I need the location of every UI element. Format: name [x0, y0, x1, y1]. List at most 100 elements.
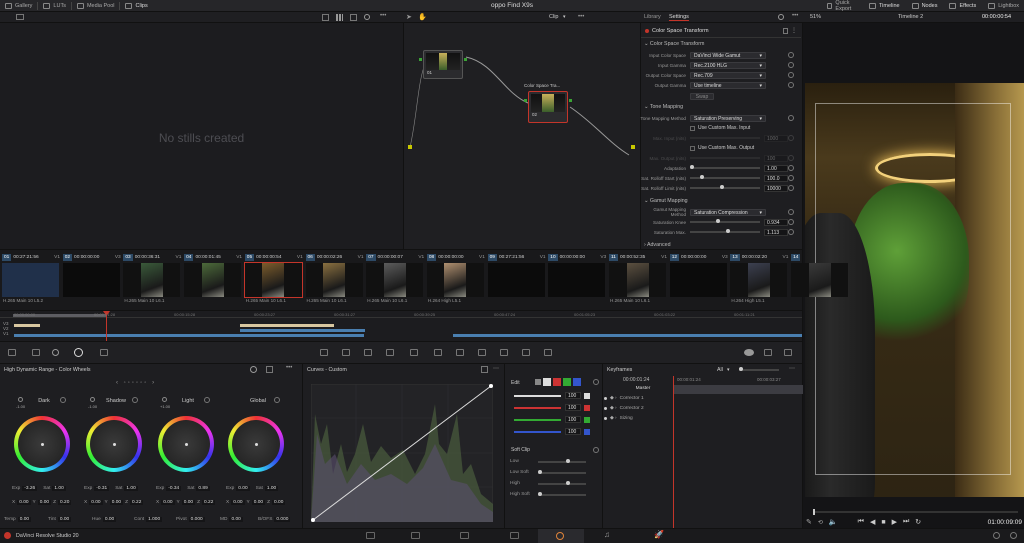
- keyframe-zoom-slider[interactable]: [739, 367, 779, 371]
- max-output-field[interactable]: 100: [764, 154, 788, 162]
- clip-thumbnail[interactable]: [487, 263, 545, 297]
- max-output-slider[interactable]: [690, 157, 760, 159]
- scopes-icon[interactable]: [744, 349, 754, 356]
- clip-thumbnail[interactable]: [730, 263, 788, 297]
- input-color-space-select[interactable]: DaVinci Wide Gamut ▾: [690, 51, 766, 59]
- sat-field[interactable]: 1.00: [264, 486, 279, 491]
- more-options-icon[interactable]: •••: [286, 365, 292, 371]
- more-options-icon[interactable]: ⋯: [493, 365, 499, 372]
- curves-icon[interactable]: [320, 349, 328, 356]
- x-field[interactable]: 0.00: [161, 500, 175, 505]
- reset-icon[interactable]: [788, 175, 794, 181]
- grid-view-icon[interactable]: [336, 14, 343, 21]
- reset-icon[interactable]: [788, 135, 794, 141]
- reset-icon[interactable]: [593, 447, 599, 453]
- section-advanced[interactable]: › Advanced: [640, 242, 671, 248]
- exp-field[interactable]: -0.34: [166, 486, 182, 491]
- wheel-center-handle[interactable]: [185, 443, 188, 446]
- param-field[interactable]: 0.00: [57, 517, 72, 522]
- curve-point[interactable]: [489, 384, 493, 388]
- use-max-output-checkbox[interactable]: [690, 145, 695, 151]
- timeline-tab[interactable]: Timeline: [864, 0, 905, 12]
- channel-g-field[interactable]: 100: [565, 416, 581, 423]
- effects-tab[interactable]: Effects: [944, 0, 981, 12]
- channel-b-button[interactable]: [573, 378, 581, 386]
- clip-thumbnail[interactable]: [548, 263, 606, 297]
- magic-mask-icon[interactable]: [434, 349, 442, 356]
- reset-icon[interactable]: [274, 397, 280, 403]
- clip-thumbnail[interactable]: [2, 263, 59, 297]
- zone-picker-icon[interactable]: [90, 397, 95, 402]
- pointer-tool-icon[interactable]: ✎: [806, 518, 812, 526]
- camera-raw-icon[interactable]: [8, 349, 16, 356]
- clip-thumbnail[interactable]: [426, 263, 484, 297]
- more-options-icon[interactable]: •••: [792, 13, 798, 19]
- skip-back-icon[interactable]: ⏮: [858, 518, 864, 526]
- keyframe-row-corrector-2[interactable]: ◆ › Corrector 2: [604, 404, 800, 413]
- reset-icon[interactable]: [788, 52, 794, 58]
- curve-point[interactable]: [311, 518, 315, 522]
- reset-icon[interactable]: [132, 397, 138, 403]
- param-field[interactable]: 0.00: [17, 517, 32, 522]
- z-field[interactable]: 0.22: [202, 500, 216, 505]
- chevron-down-icon[interactable]: ▾: [563, 14, 566, 20]
- enable-icon[interactable]: [645, 28, 649, 33]
- reset-icon[interactable]: [788, 62, 794, 68]
- qualifier-icon[interactable]: [364, 349, 372, 356]
- list-view-icon[interactable]: [350, 14, 357, 21]
- clip-thumbnail[interactable]: [305, 263, 363, 297]
- channel-y-field[interactable]: 100: [565, 392, 581, 399]
- rgb-mixer-icon[interactable]: [100, 349, 108, 356]
- reset-icon[interactable]: [481, 366, 488, 373]
- clip-thumbnail[interactable]: [366, 263, 424, 297]
- reset-icon[interactable]: [204, 397, 210, 403]
- sat-knee-slider[interactable]: [690, 219, 760, 223]
- channel-g-button[interactable]: [563, 378, 571, 386]
- channel-r-slider[interactable]: [514, 406, 561, 409]
- reset-icon[interactable]: [788, 82, 794, 88]
- param-field[interactable]: 0.00: [102, 517, 117, 522]
- y-field[interactable]: 0.00: [109, 500, 124, 505]
- high-slider[interactable]: [538, 480, 586, 485]
- zone-selector[interactable]: ‹ ◦◦◦◦◦◦ ›: [116, 380, 156, 386]
- clips-tab[interactable]: Clips: [120, 0, 152, 12]
- rolloff-limit-slider[interactable]: [690, 185, 760, 189]
- reset-all-icon[interactable]: [266, 366, 273, 373]
- keyframe-filter-select[interactable]: All: [717, 367, 723, 373]
- clip-thumbnail[interactable]: [791, 263, 849, 297]
- curve-graph[interactable]: [311, 384, 493, 522]
- settings-icon[interactable]: [1010, 532, 1017, 539]
- channel-b-field[interactable]: 100: [565, 428, 581, 435]
- wheel-center-handle[interactable]: [113, 443, 116, 446]
- x-field[interactable]: 0.00: [89, 500, 103, 505]
- reset-icon[interactable]: [788, 115, 794, 121]
- track-v1-clip[interactable]: [453, 334, 802, 337]
- info-icon[interactable]: [764, 349, 772, 356]
- fairlight-page-icon[interactable]: ♫: [604, 530, 610, 539]
- color-warper-icon[interactable]: [342, 349, 350, 356]
- 3d-icon[interactable]: [522, 349, 530, 356]
- mini-timeline[interactable]: [0, 310, 802, 342]
- more-options-icon[interactable]: •••: [578, 14, 584, 20]
- high-soft-slider[interactable]: [538, 491, 586, 496]
- keyframe-row-sizing[interactable]: ◆ › Sizing: [604, 414, 800, 423]
- track-v3-clip[interactable]: [14, 324, 40, 327]
- output-gamma-select[interactable]: Use timeline ▾: [690, 81, 766, 89]
- rolloff-limit-field[interactable]: 10000: [764, 184, 788, 192]
- wheel-center-handle[interactable]: [255, 443, 258, 446]
- tone-method-select[interactable]: Saturation Preserving ▾: [690, 114, 766, 122]
- keyframe-row-corrector-1[interactable]: ◆ › Corrector 1: [604, 394, 800, 403]
- media-pool-tab[interactable]: Media Pool: [72, 0, 120, 12]
- channel-y-button[interactable]: [543, 378, 551, 386]
- max-input-slider[interactable]: [690, 137, 760, 139]
- reset-icon[interactable]: [788, 219, 794, 225]
- reset-icon[interactable]: [788, 155, 794, 161]
- y-field[interactable]: 0.00: [181, 500, 196, 505]
- gamut-method-select[interactable]: Saturation Compression ▾: [690, 208, 766, 216]
- stereo-icon[interactable]: [544, 349, 552, 356]
- x-field[interactable]: 0.00: [17, 500, 31, 505]
- rolloff-start-field[interactable]: 100.0: [764, 174, 788, 182]
- luts-tab[interactable]: LUTs: [38, 0, 71, 12]
- use-max-input-checkbox[interactable]: [690, 125, 695, 131]
- swap-button[interactable]: Swap: [690, 92, 714, 100]
